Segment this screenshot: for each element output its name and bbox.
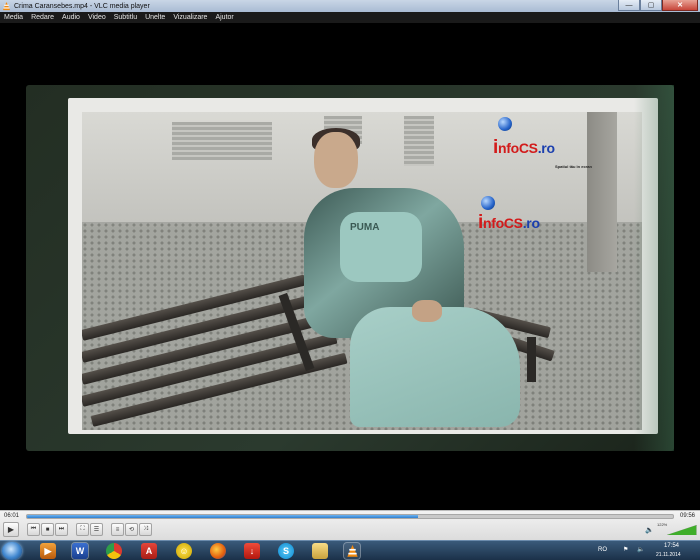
windows-taskbar: ▶ W A ☺ ↓ S RO ⚑ 🔈 17:54 21.11.2014 [0, 540, 700, 560]
fullscreen-button[interactable]: ⛶ [76, 523, 89, 536]
chrome-icon[interactable] [106, 543, 122, 559]
logo-tagline: Spatiul tău în ecran [555, 164, 592, 169]
maximize-button[interactable]: ▢ [640, 0, 662, 11]
bench-leg [527, 337, 536, 382]
globe-icon [498, 117, 512, 131]
next-button[interactable]: ⏭ [55, 523, 68, 536]
logo-wordmark: infoCS.ro [478, 212, 540, 233]
extended-settings-button[interactable]: ☰ [90, 523, 103, 536]
photograph: PUMA [68, 98, 658, 434]
firefox-icon[interactable] [210, 543, 226, 559]
previous-button[interactable]: ⏮ [27, 523, 40, 536]
media-player-icon[interactable]: ▶ [40, 543, 56, 559]
stop-button[interactable]: ■ [41, 523, 54, 536]
skype-icon[interactable]: S [278, 543, 294, 559]
menu-subtitlu[interactable]: Subtitlu [110, 14, 141, 21]
playlist-button[interactable]: ≡ [111, 523, 124, 536]
window-shutter-right [404, 116, 434, 166]
player-controls: 06:01 09:56 ▶ ⏮ ■ ⏭ ⛶ ☰ ≡ ⟲ ⤨ 🔈 122% [0, 510, 700, 540]
person-hands [412, 300, 442, 322]
total-time: 09:56 [680, 513, 696, 519]
logo-domain-text: .ro [537, 140, 555, 156]
language-indicator[interactable]: RO [598, 547, 607, 553]
photo-album: PUMA [26, 85, 674, 451]
elapsed-time: 06:01 [4, 513, 20, 519]
infocs-watermark-middle: infoCS.ro [478, 196, 540, 234]
logo-info-text: nfoCS [497, 140, 538, 156]
photo-scene: PUMA [82, 112, 642, 430]
seek-slider[interactable] [26, 514, 674, 519]
word-icon[interactable]: W [72, 543, 88, 559]
menu-bar: Media Redare Audio Video Subtitlu Unelte… [0, 12, 700, 23]
random-button[interactable]: ⤨ [139, 523, 152, 536]
close-button[interactable]: ✕ [662, 0, 698, 11]
clock-date[interactable]: 21.11.2014 [656, 552, 681, 558]
title-bar: Crima Caransebes.mp4 - VLC media player … [0, 0, 700, 12]
person-face [314, 132, 358, 188]
minimize-button[interactable]: — [618, 0, 640, 11]
menu-unelte[interactable]: Unelte [141, 14, 169, 21]
menu-vizualizare[interactable]: Vizualizare [169, 14, 211, 21]
tray-speaker-icon[interactable]: 🔈 [637, 546, 644, 553]
volume-label: 122% [657, 522, 668, 527]
speaker-icon[interactable]: 🔈 [645, 526, 654, 534]
globe-icon [481, 196, 495, 210]
menu-ajutor[interactable]: Ajutor [211, 14, 237, 21]
menu-media[interactable]: Media [0, 14, 27, 21]
logo-wordmark: infoCS.ro [493, 137, 555, 158]
download-manager-icon[interactable]: ↓ [244, 543, 260, 559]
clock-time[interactable]: 17:54 [664, 543, 679, 549]
person-trousers [350, 307, 520, 427]
start-button[interactable] [2, 542, 22, 560]
yahoo-messenger-icon[interactable]: ☺ [176, 543, 192, 559]
window-title: Crima Caransebes.mp4 - VLC media player [14, 2, 150, 10]
file-explorer-icon[interactable] [312, 543, 328, 559]
window-controls: — ▢ ✕ [618, 0, 698, 12]
logo-info-text: nfoCS [482, 215, 523, 231]
play-button[interactable]: ▶ [3, 522, 19, 537]
window-shutter-left [172, 122, 272, 160]
logo-domain-text: .ro [522, 215, 540, 231]
infocs-watermark-top: infoCS.ro Spatiul tău în ecran [493, 117, 592, 169]
shirt-logo-text: PUMA [350, 222, 380, 233]
menu-video[interactable]: Video [84, 14, 110, 21]
vlc-cone-icon [2, 1, 11, 10]
pdf-icon[interactable]: A [141, 543, 157, 559]
vlc-cone-icon [346, 544, 358, 557]
stone-column [587, 112, 617, 272]
vlc-icon[interactable] [344, 543, 360, 559]
loop-button[interactable]: ⟲ [125, 523, 138, 536]
video-frame[interactable]: PUMA infoCS.ro Spatiul tău în ecran info… [0, 23, 700, 510]
seek-progress [27, 515, 418, 518]
tray-flag-icon[interactable]: ⚑ [623, 546, 628, 553]
volume-slider[interactable] [667, 525, 697, 535]
menu-audio[interactable]: Audio [58, 14, 84, 21]
menu-redare[interactable]: Redare [27, 14, 58, 21]
